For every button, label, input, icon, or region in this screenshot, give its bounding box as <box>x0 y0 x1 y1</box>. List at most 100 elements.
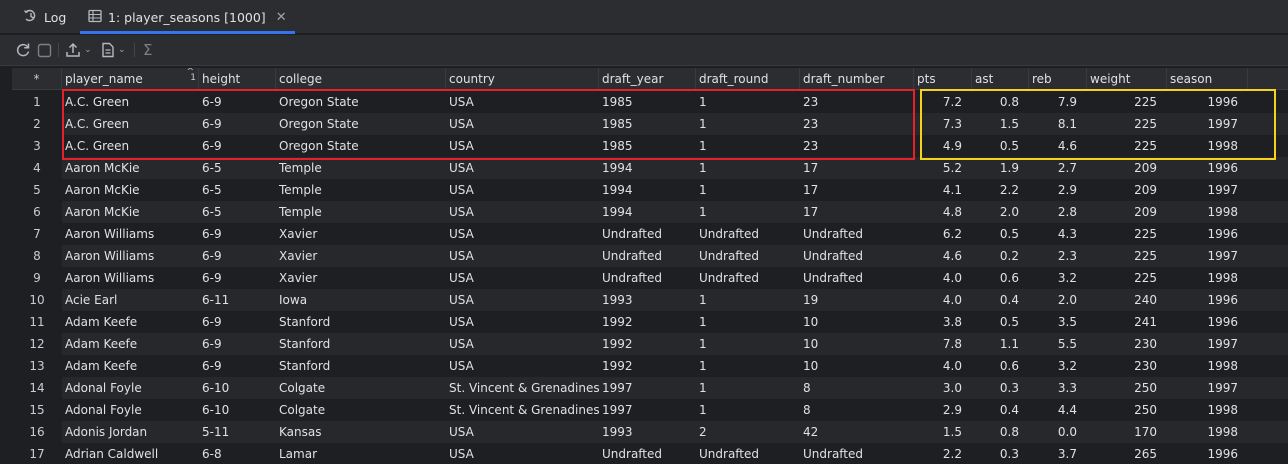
cell-ast[interactable]: 0.8 <box>972 421 1029 443</box>
cell-row-number[interactable]: 9 <box>12 267 62 289</box>
cell-row-number[interactable]: 17 <box>12 443 62 464</box>
cell-pts[interactable]: 7.2 <box>914 91 972 113</box>
cell-draft-number[interactable]: 10 <box>800 311 914 333</box>
cell-college[interactable]: Iowa <box>276 289 446 311</box>
cell-season[interactable]: 1996 <box>1167 443 1248 464</box>
cell-college[interactable]: Oregon State <box>276 113 446 135</box>
cell-draft-year[interactable]: 1992 <box>599 311 696 333</box>
column-header-draft-year[interactable]: draft_year <box>599 68 696 90</box>
cell-season[interactable]: 1997 <box>1167 179 1248 201</box>
cell-ast[interactable]: 2.0 <box>972 201 1029 223</box>
cell-draft-number[interactable]: Undrafted <box>800 443 914 464</box>
cell-draft-round[interactable]: Undrafted <box>696 267 800 289</box>
tab-log[interactable]: Log <box>23 0 66 34</box>
cell-weight[interactable]: 225 <box>1087 91 1167 113</box>
cell-college[interactable]: Colgate <box>276 399 446 421</box>
cell-height[interactable]: 6-9 <box>199 91 276 113</box>
cell-reb[interactable]: 4.3 <box>1029 223 1087 245</box>
cell-weight[interactable]: 209 <box>1087 157 1167 179</box>
cell-college[interactable]: Xavier <box>276 267 446 289</box>
cell-ast[interactable]: 1.1 <box>972 333 1029 355</box>
cell-country[interactable]: USA <box>446 113 599 135</box>
cell-reb[interactable]: 3.7 <box>1029 443 1087 464</box>
cell-country[interactable]: USA <box>446 421 599 443</box>
cell-pts[interactable]: 7.8 <box>914 333 972 355</box>
cell-row-number[interactable]: 12 <box>12 333 62 355</box>
cell-draft-number[interactable]: 10 <box>800 333 914 355</box>
cell-draft-round[interactable]: 1 <box>696 135 800 157</box>
cell-reb[interactable]: 2.8 <box>1029 201 1087 223</box>
cell-draft-year[interactable]: 1994 <box>599 179 696 201</box>
cell-draft-year[interactable]: 1992 <box>599 355 696 377</box>
cell-weight[interactable]: 225 <box>1087 113 1167 135</box>
column-header-country[interactable]: country <box>446 68 599 90</box>
cell-draft-number[interactable]: 17 <box>800 201 914 223</box>
cell-country[interactable]: USA <box>446 355 599 377</box>
cell-season[interactable]: 1998 <box>1167 201 1248 223</box>
cell-weight[interactable]: 225 <box>1087 223 1167 245</box>
cell-row-number[interactable]: 3 <box>12 135 62 157</box>
column-header-college[interactable]: college <box>276 68 446 90</box>
cell-country[interactable]: USA <box>446 135 599 157</box>
cell-row-number[interactable]: 7 <box>12 223 62 245</box>
cell-draft-round[interactable]: 1 <box>696 91 800 113</box>
column-header-draft-round[interactable]: draft_round <box>696 68 800 90</box>
table-row[interactable]: 15 Adonal Foyle 6-10 Colgate St. Vincent & G… <box>12 399 1288 421</box>
cell-draft-year[interactable]: 1997 <box>599 399 696 421</box>
tab-player-seasons[interactable]: 1: player_seasons [1000] ✕ <box>80 0 295 34</box>
cell-height[interactable]: 6-9 <box>199 245 276 267</box>
cell-player-name[interactable]: Acie Earl <box>62 289 199 311</box>
cell-draft-year[interactable]: 1985 <box>599 135 696 157</box>
cell-season[interactable]: 1996 <box>1167 289 1248 311</box>
cell-height[interactable]: 5-11 <box>199 421 276 443</box>
cell-row-number[interactable]: 1 <box>12 91 62 113</box>
cell-draft-round[interactable]: 1 <box>696 113 800 135</box>
table-row[interactable]: 2 A.C. Green 6-9 Oregon State USA 1985 1 23 7.3 1… <box>12 113 1288 135</box>
sort-ascending-icon[interactable]: ^ 1 <box>186 68 196 83</box>
sum-icon[interactable]: Σ <box>143 41 152 59</box>
cell-draft-year[interactable]: 1994 <box>599 201 696 223</box>
cell-season[interactable]: 1997 <box>1167 113 1248 135</box>
cell-draft-number[interactable]: Undrafted <box>800 267 914 289</box>
cell-row-number[interactable]: 11 <box>12 311 62 333</box>
cell-player-name[interactable]: Aaron McKie <box>62 157 199 179</box>
column-header-draft-number[interactable]: draft_number <box>800 68 914 90</box>
cell-season[interactable]: 1996 <box>1167 311 1248 333</box>
table-row[interactable]: 8 Aaron Williams 6-9 Xavier USA Undrafted Undr… <box>12 245 1288 267</box>
cell-player-name[interactable]: Aaron Williams <box>62 267 199 289</box>
cell-height[interactable]: 6-9 <box>199 333 276 355</box>
cell-player-name[interactable]: Aaron McKie <box>62 179 199 201</box>
cell-draft-year[interactable]: 1993 <box>599 289 696 311</box>
cell-draft-number[interactable]: 23 <box>800 135 914 157</box>
cell-draft-round[interactable]: 1 <box>696 377 800 399</box>
cell-pts[interactable]: 4.8 <box>914 201 972 223</box>
cell-row-number[interactable]: 16 <box>12 421 62 443</box>
cell-country[interactable]: USA <box>446 333 599 355</box>
cell-height[interactable]: 6-9 <box>199 135 276 157</box>
cell-country[interactable]: USA <box>446 201 599 223</box>
cell-ast[interactable]: 0.3 <box>972 443 1029 464</box>
cell-weight[interactable]: 250 <box>1087 399 1167 421</box>
cell-draft-number[interactable]: 23 <box>800 91 914 113</box>
cell-country[interactable]: USA <box>446 289 599 311</box>
cell-weight[interactable]: 225 <box>1087 245 1167 267</box>
cell-player-name[interactable]: Aaron Williams <box>62 223 199 245</box>
cell-draft-number[interactable]: 19 <box>800 289 914 311</box>
cell-height[interactable]: 6-5 <box>199 157 276 179</box>
column-header-height[interactable]: height <box>199 68 276 90</box>
cell-reb[interactable]: 3.3 <box>1029 377 1087 399</box>
cell-draft-round[interactable]: 1 <box>696 201 800 223</box>
cell-height[interactable]: 6-9 <box>199 355 276 377</box>
cell-college[interactable]: Temple <box>276 201 446 223</box>
cell-reb[interactable]: 2.7 <box>1029 157 1087 179</box>
cell-country[interactable]: USA <box>446 245 599 267</box>
cell-ast[interactable]: 2.2 <box>972 179 1029 201</box>
cell-height[interactable]: 6-8 <box>199 443 276 464</box>
cell-player-name[interactable]: Adam Keefe <box>62 311 199 333</box>
cell-weight[interactable]: 225 <box>1087 135 1167 157</box>
cell-player-name[interactable]: Adrian Caldwell <box>62 443 199 464</box>
cell-college[interactable]: Xavier <box>276 223 446 245</box>
cell-season[interactable]: 1996 <box>1167 223 1248 245</box>
cell-pts[interactable]: 7.3 <box>914 113 972 135</box>
cell-draft-round[interactable]: Undrafted <box>696 223 800 245</box>
